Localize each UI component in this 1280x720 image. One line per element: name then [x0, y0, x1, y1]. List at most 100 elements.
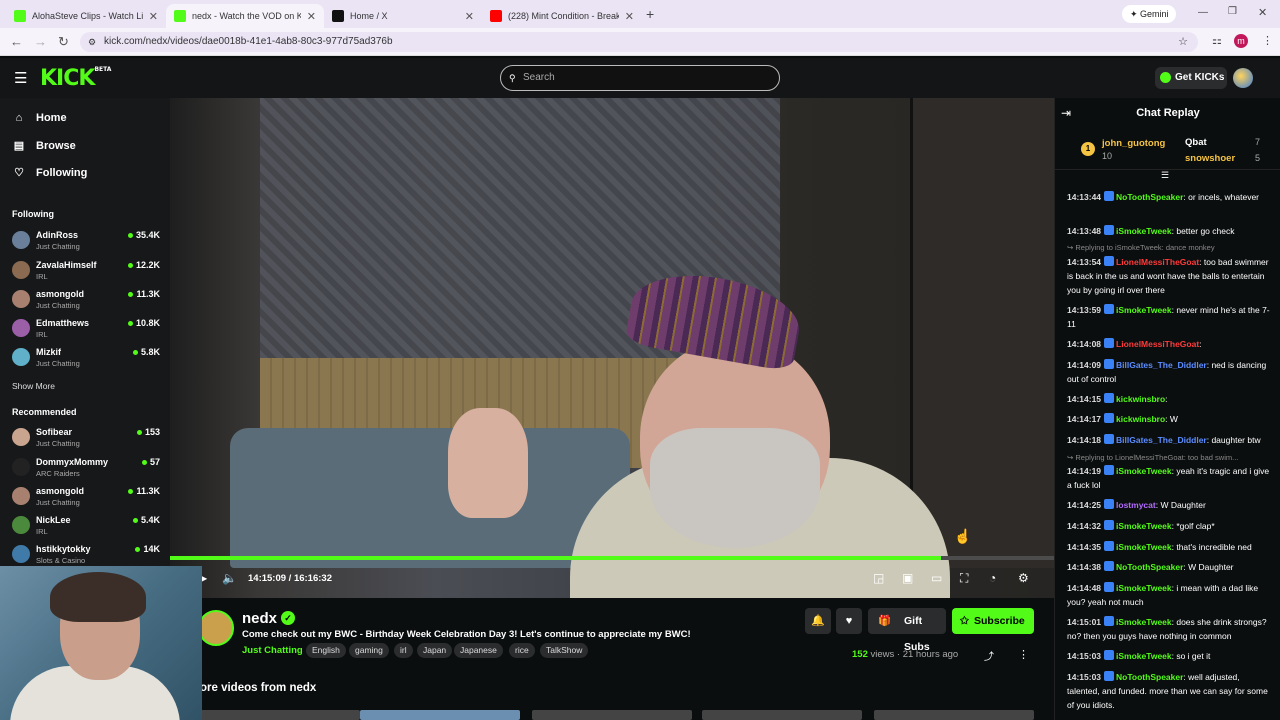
forward-icon[interactable]: →	[34, 34, 47, 49]
clip-icon[interactable]: ▣	[902, 571, 913, 585]
browser-tab[interactable]: Home / X ✕	[324, 4, 482, 28]
message-username[interactable]: kickwinsbro	[1116, 394, 1165, 404]
tag-chip[interactable]: English	[306, 643, 346, 658]
fullscreen-icon[interactable]: ⛶	[960, 571, 968, 586]
user-badge-icon	[1104, 338, 1115, 348]
star-icon: ✩	[960, 615, 969, 627]
message-username[interactable]: LionelMessiTheGoat	[1116, 339, 1199, 349]
restore-icon[interactable]: ❐	[1228, 6, 1237, 17]
tag-chip[interactable]: rice	[509, 643, 535, 658]
sidebar-item-browse[interactable]: ▤ Browse	[12, 139, 76, 153]
followed-channel[interactable]: ZavalaHimself IRL 12.2K	[12, 258, 160, 284]
current-time: 14:15:09	[248, 573, 287, 584]
close-tab-icon[interactable]: ✕	[149, 10, 158, 23]
message-username[interactable]: iSmokeTweek	[1116, 305, 1172, 315]
message-username[interactable]: lostmycat	[1116, 500, 1156, 510]
profile-avatar[interactable]: m	[1234, 34, 1248, 48]
seek-bar[interactable]	[170, 556, 1054, 560]
message-username[interactable]: iSmokeTweek	[1116, 651, 1172, 661]
close-tab-icon[interactable]: ✕	[465, 10, 474, 23]
gemini-button[interactable]: ✦ Gemini	[1122, 5, 1176, 23]
channel-avatar[interactable]	[198, 610, 234, 646]
player-controls: ▶ 🔈 14:15:09 / 16:16:32 ◲ ▣ ▭ ⛶ ◔ ⚙	[170, 566, 1054, 592]
message-username[interactable]: iSmokeTweek	[1116, 617, 1172, 627]
message-username[interactable]: iSmokeTweek	[1116, 583, 1172, 593]
video-thumbnail[interactable]	[200, 710, 360, 720]
user-avatar[interactable]	[1233, 68, 1253, 88]
hamburger-menu-icon[interactable]: ☰	[14, 69, 27, 87]
volume-icon[interactable]: 🔈	[222, 571, 237, 585]
message-username[interactable]: BillGates_The_Diddler	[1116, 360, 1207, 370]
followed-channel[interactable]: Mizkif Just Chatting 5.8K	[12, 345, 160, 371]
avatar	[12, 545, 30, 563]
video-thumbnail[interactable]	[702, 710, 862, 720]
message-username[interactable]: kickwinsbro	[1116, 414, 1165, 424]
message-username[interactable]: BillGates_The_Diddler	[1116, 435, 1207, 445]
browser-tab[interactable]: (228) Mint Condition - Breakin ✕	[482, 4, 642, 28]
tag-chip[interactable]: gaming	[349, 643, 389, 658]
follow-heart-button[interactable]: ♥	[836, 608, 862, 634]
sidebar-item-following[interactable]: ♡ Following	[12, 166, 87, 180]
close-tab-icon[interactable]: ✕	[307, 10, 316, 23]
followed-channel[interactable]: asmongold Just Chatting 11.3K	[12, 287, 160, 313]
recommended-channel[interactable]: hstikkytokky Slots & Casino 14K	[12, 542, 160, 568]
get-kicks-button[interactable]: Get KICKs	[1155, 67, 1227, 89]
message-username[interactable]: LionelMessiTheGoat	[1116, 257, 1199, 267]
message-username[interactable]: iSmokeTweek	[1116, 521, 1172, 531]
more-options-icon[interactable]: ⋮	[1018, 648, 1029, 661]
tag-chip[interactable]: TalkShow	[540, 643, 589, 658]
browser-tab-active[interactable]: nedx - Watch the VOD on Kick ✕	[166, 4, 324, 28]
recommended-channel[interactable]: Sofibear Just Chatting 153	[12, 425, 160, 451]
extensions-icon[interactable]: ⚏	[1212, 34, 1222, 47]
recommended-channel[interactable]: asmongold Just Chatting 11.3K	[12, 484, 160, 510]
channel-name[interactable]: nedx	[242, 610, 277, 627]
recommended-channel[interactable]: DommyxMommy ARC Raiders 57	[12, 455, 160, 481]
gift-subs-button[interactable]: 🎁 Gift Subs	[868, 608, 946, 653]
chat-message: 14:14:48 iSmokeTweek: i mean with a dad l…	[1067, 581, 1273, 609]
new-tab-button[interactable]: +	[646, 6, 654, 22]
reload-icon[interactable]: ↻	[58, 34, 69, 50]
tag-chip[interactable]: Japan	[417, 643, 453, 658]
browser-tab[interactable]: AlohaSteve Clips - Watch Live o ✕	[6, 4, 166, 28]
kick-logo[interactable]: KICKBETA	[40, 66, 111, 91]
view-count: 152	[852, 649, 868, 660]
bookmark-star-icon[interactable]: ☆	[1178, 32, 1188, 52]
close-window-icon[interactable]: ✕	[1258, 6, 1267, 19]
mini-player-icon[interactable]: ◲	[873, 571, 884, 585]
recommended-heading: Recommended	[12, 407, 77, 417]
message-username[interactable]: iSmokeTweek	[1116, 542, 1172, 552]
category-link[interactable]: Just Chatting	[242, 645, 303, 656]
subscribe-button[interactable]: ✩ Subscribe	[952, 608, 1034, 634]
viewer-count: 35.4K	[128, 230, 160, 240]
theater-mode-icon[interactable]: ▭	[931, 571, 942, 585]
followed-channel[interactable]: Edmatthews IRL 10.8K	[12, 316, 160, 342]
tag-chip[interactable]: irl	[394, 643, 413, 658]
tag-chip[interactable]: Japanese	[454, 643, 503, 658]
recommended-channel[interactable]: NickLee IRL 5.4K	[12, 513, 160, 539]
video-thumbnail[interactable]	[532, 710, 692, 720]
message-username[interactable]: iSmokeTweek	[1116, 466, 1172, 476]
browser-menu-icon[interactable]: ⋮	[1262, 34, 1273, 47]
playback-speed-icon[interactable]: ◔	[989, 571, 996, 585]
pinned-toggle-icon[interactable]: ☰	[1161, 170, 1169, 181]
back-icon[interactable]: ←	[10, 34, 23, 49]
message-username[interactable]: NoToothSpeaker	[1116, 672, 1183, 682]
video-thumbnail[interactable]	[874, 710, 1034, 720]
minimize-icon[interactable]: —	[1198, 7, 1208, 18]
share-icon[interactable]: ⤴	[984, 648, 994, 663]
video-thumbnail[interactable]	[360, 710, 520, 720]
message-username[interactable]: iSmokeTweek	[1116, 226, 1172, 236]
settings-gear-icon[interactable]: ⚙	[1018, 571, 1029, 585]
address-bar[interactable]: ⚙ kick.com/nedx/videos/dae0018b-41e1-4ab…	[80, 32, 1198, 52]
show-more-link[interactable]: Show More	[12, 381, 55, 391]
video-player[interactable]: ☝	[170, 98, 1054, 598]
message-username[interactable]: NoToothSpeaker	[1116, 192, 1183, 202]
message-timestamp: 14:13:59	[1067, 305, 1102, 315]
search-input[interactable]: ⚲ Search	[500, 65, 780, 91]
message-username[interactable]: NoToothSpeaker	[1116, 562, 1183, 572]
sidebar-item-home[interactable]: ⌂ Home	[12, 112, 67, 124]
site-info-icon[interactable]: ⚙	[88, 32, 96, 52]
followed-channel[interactable]: AdinRoss Just Chatting 35.4K	[12, 228, 160, 254]
close-tab-icon[interactable]: ✕	[625, 10, 634, 23]
notification-bell-button[interactable]: 🔔	[805, 608, 831, 634]
